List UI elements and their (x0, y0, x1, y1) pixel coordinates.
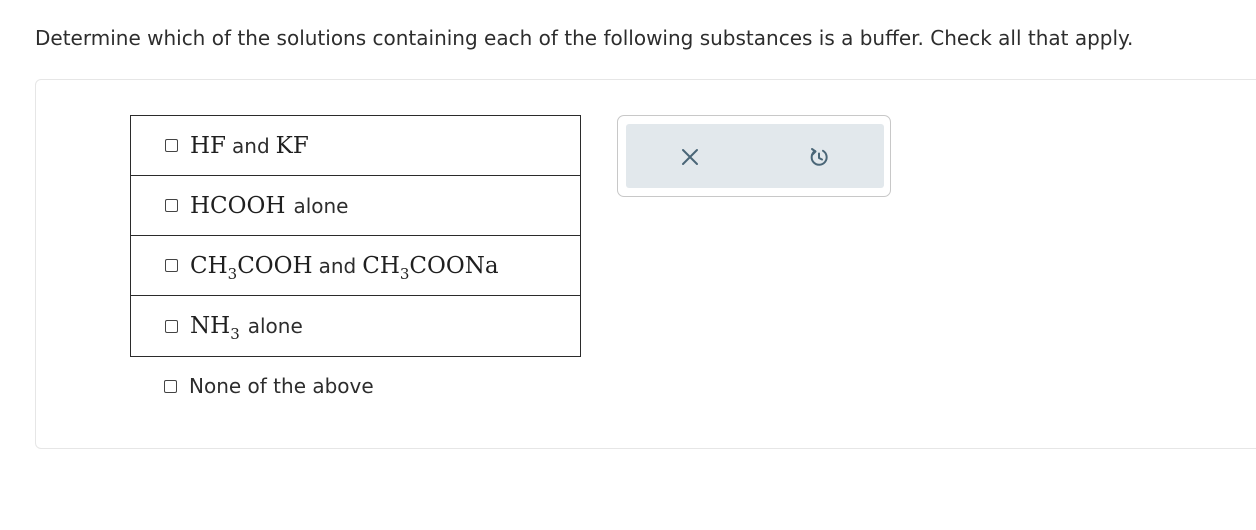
undo-icon (810, 148, 828, 166)
reset-button[interactable] (804, 142, 834, 172)
clear-button[interactable] (675, 142, 705, 172)
conjunction-and: and (232, 133, 270, 158)
formula-ch3cooh: CH3COOH (190, 252, 313, 283)
option-none-of-the-above[interactable]: None of the above (164, 374, 374, 398)
question-text: Determine which of the solutions contain… (35, 26, 1134, 50)
formula-ch3coona: CH3COONa (362, 252, 499, 283)
formula-hf: HF (190, 132, 227, 159)
formula-kf: KF (275, 132, 309, 159)
checkbox[interactable] (165, 259, 178, 272)
formula-nh3: NH3 (190, 313, 240, 343)
option-suffix: alone (247, 314, 303, 338)
close-icon (682, 149, 698, 165)
option-suffix: alone (293, 193, 349, 218)
option-label: None of the above (189, 374, 374, 398)
option-hcooh-alone[interactable]: HCOOH alone (131, 176, 580, 236)
answer-tools (617, 115, 891, 197)
checkbox[interactable] (164, 379, 177, 393)
checkbox[interactable] (165, 139, 178, 152)
conjunction-and: and (318, 253, 357, 278)
option-nh3-alone[interactable]: NH3 alone (131, 296, 580, 356)
option-hf-kf[interactable]: HF and KF (131, 116, 580, 176)
options-table: HF and KF HCOOH alone CH3COOH and CH3COO… (130, 115, 581, 357)
option-ch3cooh-ch3coona[interactable]: CH3COOH and CH3COONa (131, 236, 580, 296)
checkbox[interactable] (165, 199, 178, 212)
formula-hcooh: HCOOH (190, 192, 286, 219)
tool-bar (626, 124, 884, 188)
checkbox[interactable] (165, 319, 178, 333)
